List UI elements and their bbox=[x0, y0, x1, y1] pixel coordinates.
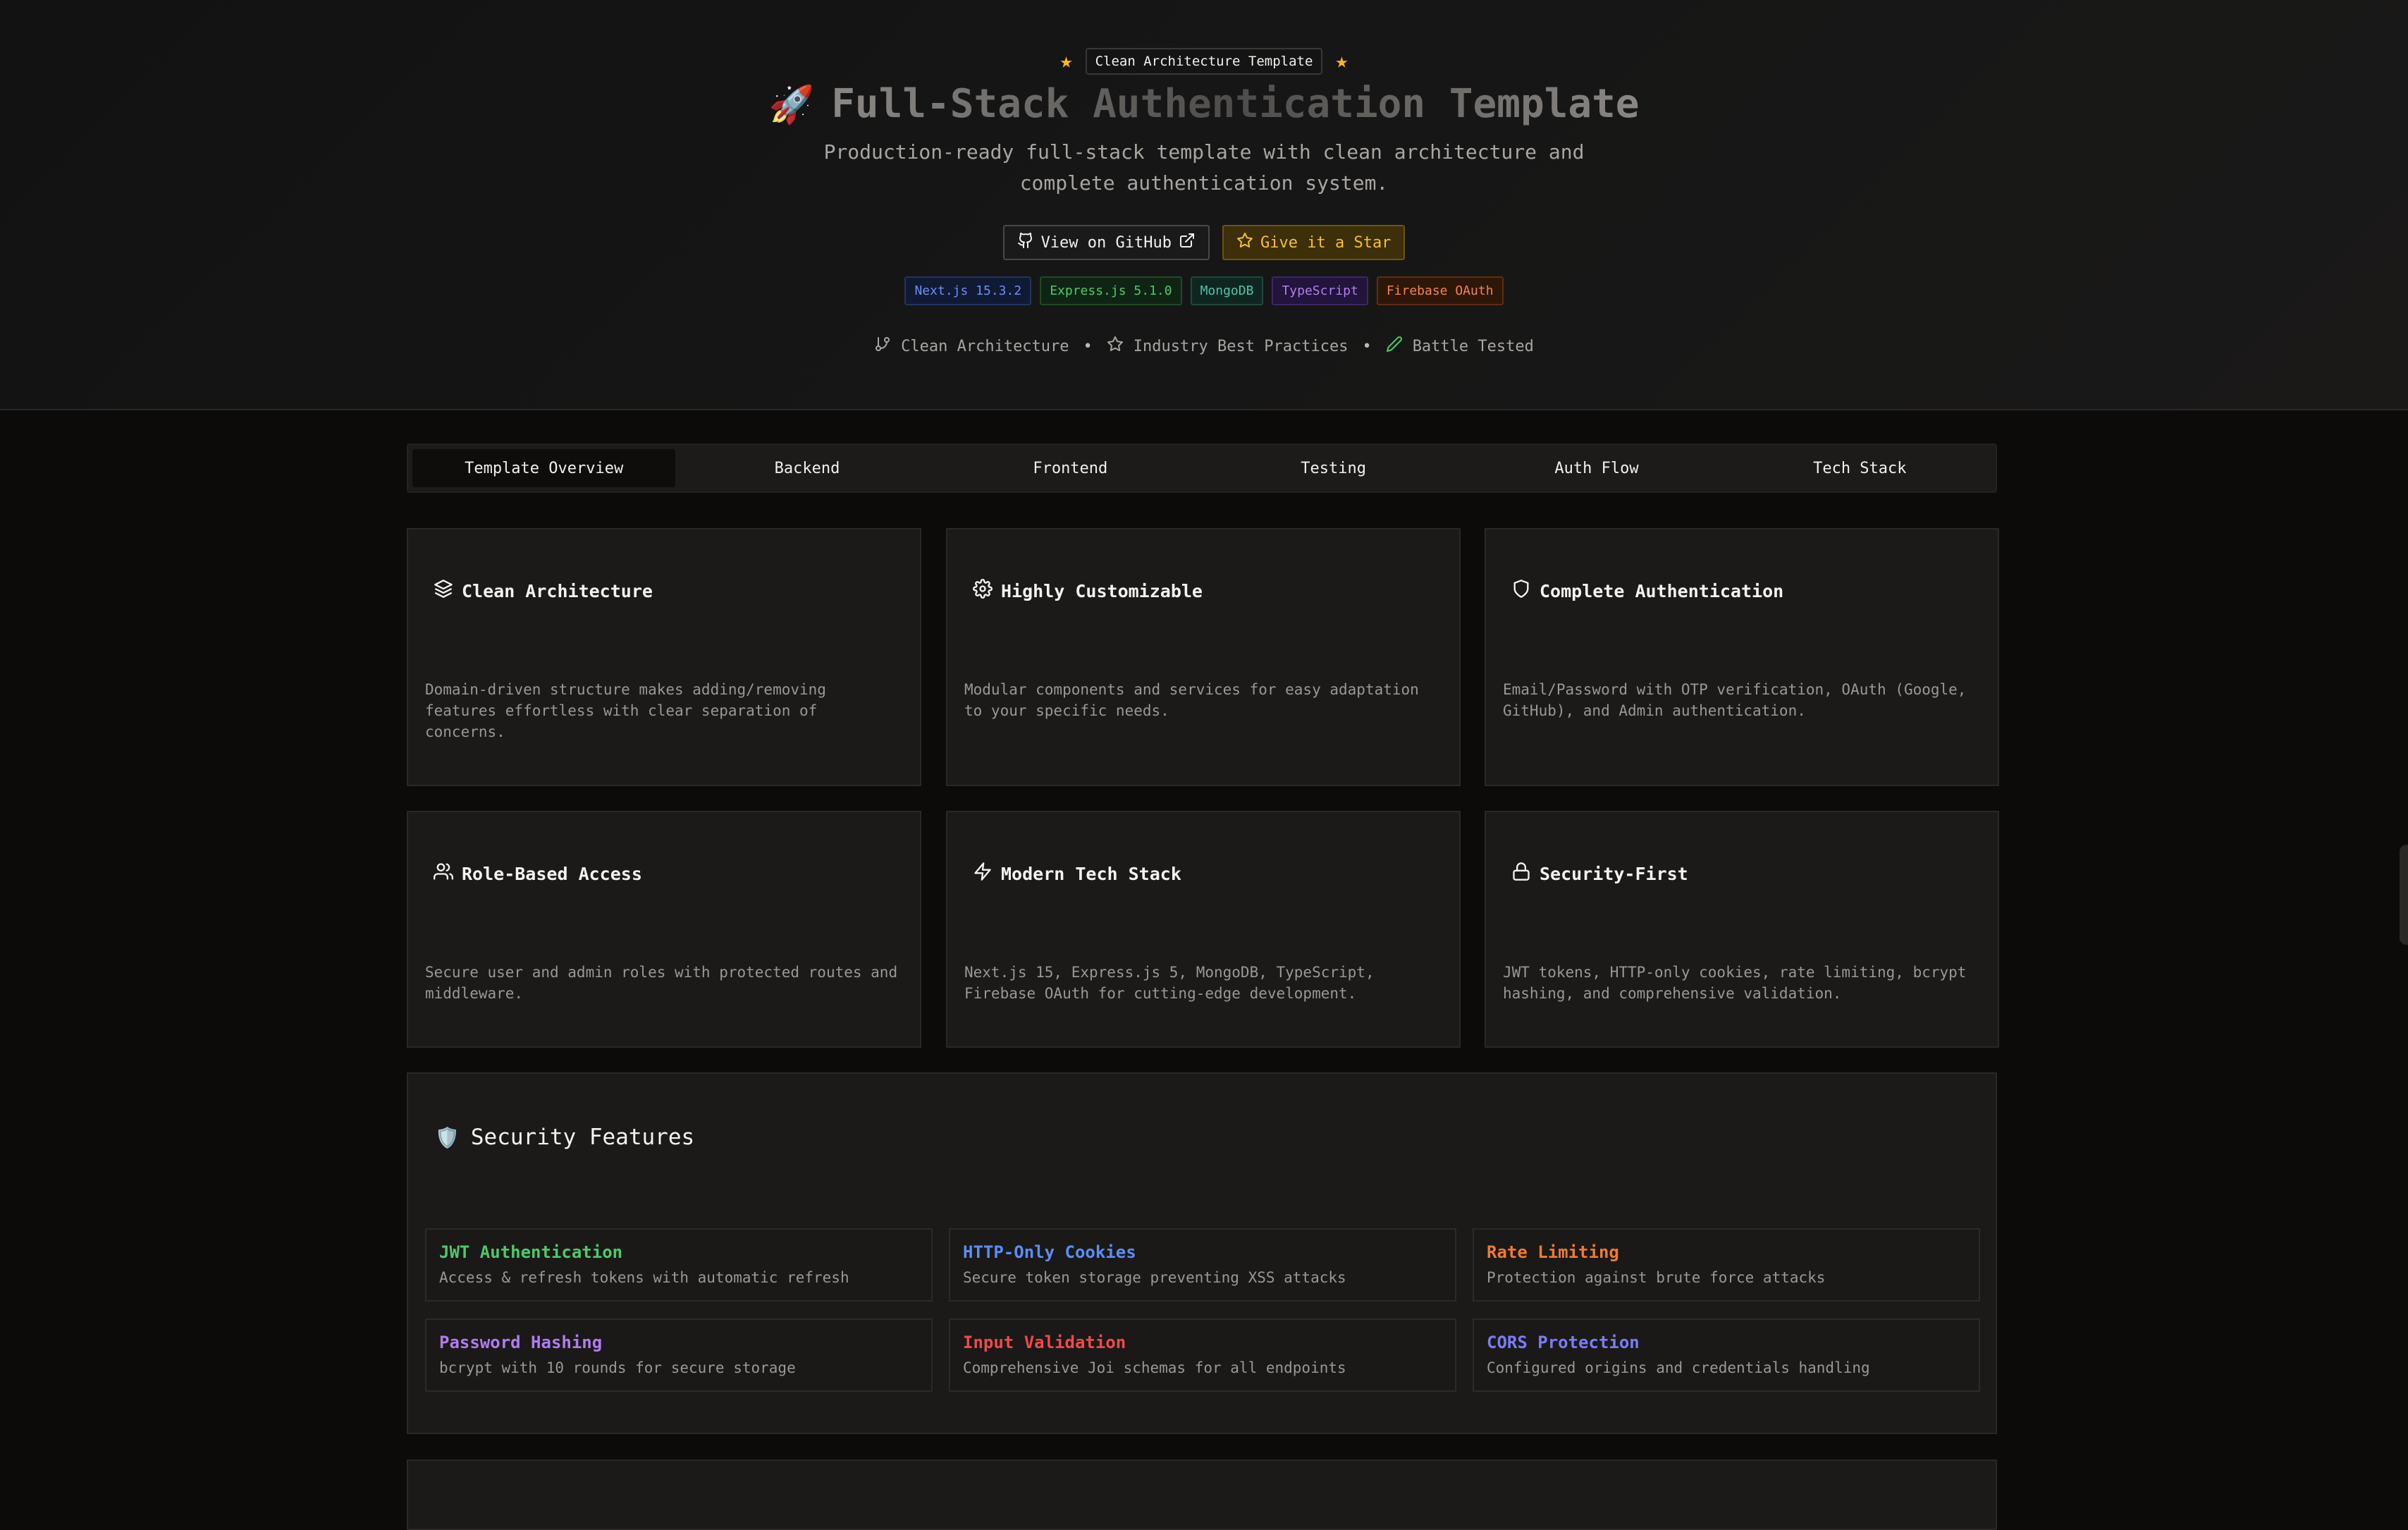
tech-badge-express: Express.js 5.1.0 bbox=[1040, 276, 1182, 305]
feature-title: Rate Limiting bbox=[1487, 1242, 1619, 1262]
card-description: Email/Password with OTP verification, OA… bbox=[1503, 681, 1967, 719]
hero-buttons: View on GitHub Give it a Star bbox=[0, 225, 2408, 260]
pencil-icon bbox=[1386, 336, 1403, 357]
card-description: Secure user and admin roles with protect… bbox=[425, 964, 898, 1002]
feature-title: CORS Protection bbox=[1487, 1333, 1640, 1352]
feature-description: Configured origins and credentials handl… bbox=[1487, 1359, 1870, 1376]
card-description: Domain-driven structure makes adding/rem… bbox=[425, 681, 826, 740]
page-subtitle: Production-ready full-stack template wit… bbox=[823, 140, 1585, 195]
feature-card: Role-Based Access Secure user and admin … bbox=[407, 811, 921, 1048]
card-description: JWT tokens, HTTP-only cookies, rate limi… bbox=[1503, 964, 1967, 1002]
tab-tech-stack[interactable]: Tech Stack bbox=[1728, 449, 1991, 487]
page-title: 🚀 Full-Stack Authentication Template bbox=[0, 76, 2408, 133]
card-title-text: Security-First bbox=[1540, 863, 1688, 884]
card-title: Role-Based Access bbox=[434, 862, 642, 886]
feature-description: bcrypt with 10 rounds for secure storage bbox=[439, 1359, 796, 1376]
give-star-button[interactable]: Give it a Star bbox=[1222, 225, 1406, 260]
github-icon bbox=[1017, 232, 1034, 253]
tagline-clean-architecture: Clean Architecture bbox=[901, 337, 1069, 355]
tab-backend[interactable]: Backend bbox=[675, 449, 938, 487]
tech-badges: Next.js 15.3.2 Express.js 5.1.0 MongoDB … bbox=[0, 276, 2408, 305]
tab-frontend[interactable]: Frontend bbox=[939, 449, 1202, 487]
shield-icon: 🛡️ bbox=[435, 1125, 460, 1149]
users-icon bbox=[434, 862, 453, 886]
scrollbar-handle[interactable] bbox=[2400, 845, 2408, 945]
feature-card: Modern Tech Stack Next.js 15, Express.js… bbox=[946, 811, 1461, 1048]
rocket-icon: 🚀 bbox=[768, 84, 815, 126]
card-title-text: Highly Customizable bbox=[1001, 580, 1203, 601]
give-star-label: Give it a Star bbox=[1260, 233, 1392, 252]
security-feature-item: Input Validation Comprehensive Joi schem… bbox=[949, 1318, 1456, 1392]
feature-description: Protection against brute force attacks bbox=[1487, 1269, 1826, 1286]
tagline-row: Clean Architecture • Industry Best Pract… bbox=[0, 336, 2408, 357]
card-title-text: Role-Based Access bbox=[462, 863, 642, 884]
template-badge-row: ★ Clean Architecture Template ★ bbox=[0, 48, 2408, 75]
card-title: Complete Authentication bbox=[1511, 579, 1783, 603]
lock-icon bbox=[1511, 862, 1531, 886]
card-title: Highly Customizable bbox=[973, 579, 1203, 603]
card-description: Next.js 15, Express.js 5, MongoDB, TypeS… bbox=[964, 964, 1375, 1002]
tab-bar: Template Overview Backend Frontend Testi… bbox=[407, 443, 1997, 493]
security-features-panel: 🛡️ Security Features JWT Authentication … bbox=[407, 1072, 1997, 1434]
feature-card: Security-First JWT tokens, HTTP-only coo… bbox=[1485, 811, 1999, 1048]
gear-icon bbox=[973, 579, 993, 603]
page-title-text: Full-Stack Authentication Template bbox=[831, 81, 1640, 127]
security-features-heading: Security Features bbox=[470, 1125, 695, 1150]
tech-badge-typescript: TypeScript bbox=[1272, 276, 1368, 305]
star-outline-icon bbox=[1107, 336, 1124, 357]
tech-badge-firebase: Firebase OAuth bbox=[1376, 276, 1504, 305]
card-title: Modern Tech Stack bbox=[973, 862, 1181, 886]
card-title-text: Clean Architecture bbox=[462, 580, 653, 601]
security-feature-item: JWT Authentication Access & refresh toke… bbox=[425, 1228, 933, 1302]
star-outline-icon bbox=[1236, 232, 1253, 253]
security-feature-item: Password Hashing bcrypt with 10 rounds f… bbox=[425, 1318, 933, 1392]
tagline-best-practices: Industry Best Practices bbox=[1133, 337, 1349, 355]
separator-dot: • bbox=[1362, 337, 1372, 355]
view-on-github-button[interactable]: View on GitHub bbox=[1002, 225, 1210, 260]
card-title: Clean Architecture bbox=[434, 579, 653, 603]
feature-title: HTTP-Only Cookies bbox=[963, 1242, 1136, 1262]
template-badge: Clean Architecture Template bbox=[1085, 48, 1323, 75]
tab-template-overview[interactable]: Template Overview bbox=[412, 449, 676, 487]
feature-card: Highly Customizable Modular components a… bbox=[946, 528, 1461, 786]
star-icon: ★ bbox=[1335, 49, 1349, 73]
tab-testing[interactable]: Testing bbox=[1202, 449, 1465, 487]
next-section-panel bbox=[407, 1459, 1997, 1530]
tech-badge-mongodb: MongoDB bbox=[1190, 276, 1264, 305]
zap-icon bbox=[973, 862, 993, 886]
separator-dot: • bbox=[1083, 337, 1093, 355]
security-feature-item: Rate Limiting Protection against brute f… bbox=[1473, 1228, 1980, 1302]
card-title: Security-First bbox=[1511, 862, 1688, 886]
star-icon: ★ bbox=[1059, 49, 1073, 73]
git-branch-icon bbox=[874, 336, 891, 357]
feature-card: Complete Authentication Email/Password w… bbox=[1485, 528, 1999, 786]
shield-icon bbox=[1511, 579, 1531, 603]
hero-section: ★ Clean Architecture Template ★ 🚀 Full-St… bbox=[0, 0, 2408, 410]
tab-auth-flow[interactable]: Auth Flow bbox=[1465, 449, 1728, 487]
external-link-icon bbox=[1179, 232, 1196, 253]
feature-card: Clean Architecture Domain-driven structu… bbox=[407, 528, 921, 786]
card-description: Modular components and services for easy… bbox=[964, 681, 1419, 719]
tagline-battle-tested: Battle Tested bbox=[1412, 337, 1534, 355]
card-title-text: Complete Authentication bbox=[1540, 580, 1784, 601]
view-on-github-label: View on GitHub bbox=[1040, 233, 1172, 252]
feature-description: Comprehensive Joi schemas for all endpoi… bbox=[963, 1359, 1346, 1376]
feature-title: Input Validation bbox=[963, 1333, 1126, 1352]
feature-description: Secure token storage preventing XSS atta… bbox=[963, 1269, 1346, 1286]
layers-icon bbox=[434, 579, 453, 603]
feature-title: Password Hashing bbox=[439, 1333, 603, 1352]
tech-badge-nextjs: Next.js 15.3.2 bbox=[904, 276, 1032, 305]
security-features-title: 🛡️ Security Features bbox=[435, 1125, 694, 1150]
card-title-text: Modern Tech Stack bbox=[1001, 863, 1181, 884]
feature-description: Access & refresh tokens with automatic r… bbox=[439, 1269, 849, 1286]
security-feature-item: HTTP-Only Cookies Secure token storage p… bbox=[949, 1228, 1456, 1302]
feature-title: JWT Authentication bbox=[439, 1242, 623, 1262]
security-feature-item: CORS Protection Configured origins and c… bbox=[1473, 1318, 1980, 1392]
